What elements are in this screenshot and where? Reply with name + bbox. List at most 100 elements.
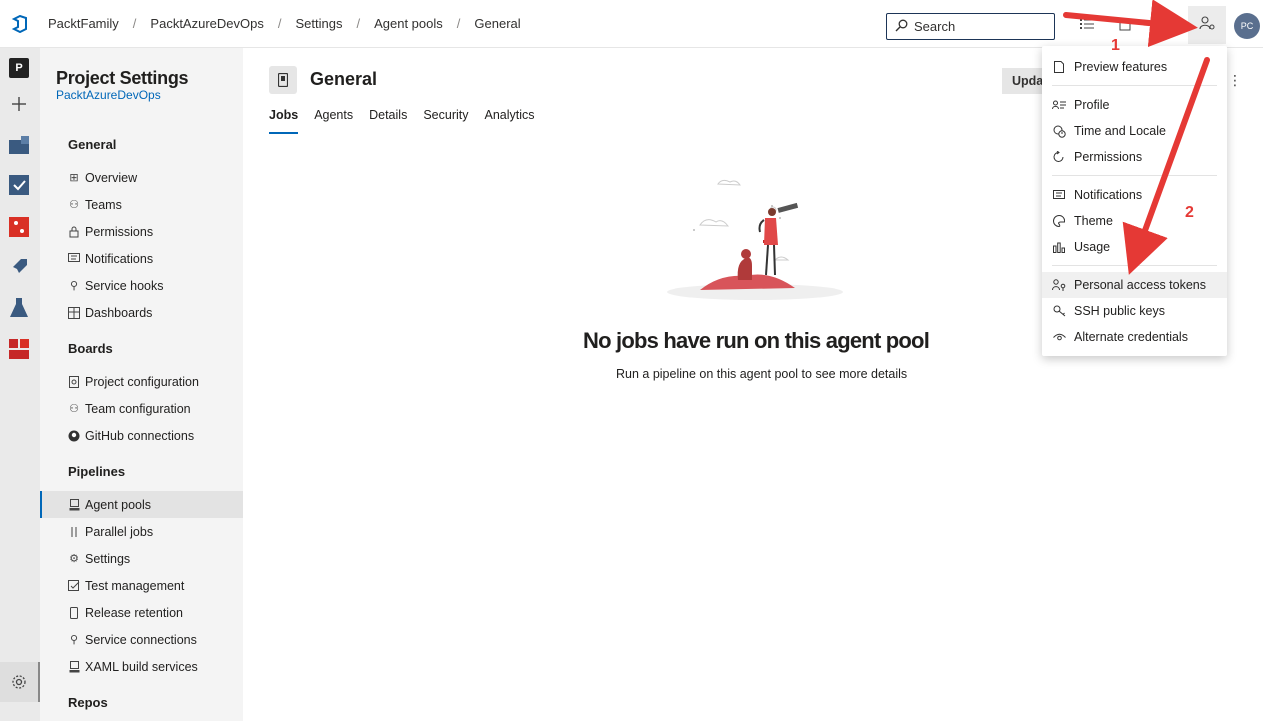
key-person-icon	[1052, 278, 1066, 292]
tab-security[interactable]: Security	[423, 108, 468, 134]
tab-agents[interactable]: Agents	[314, 108, 353, 134]
sidebar-item-label: Overview	[85, 170, 138, 185]
tab-analytics[interactable]: Analytics	[484, 108, 534, 134]
menu-item-preview-features[interactable]: Preview features	[1042, 54, 1227, 80]
sidebar-item-github-connections[interactable]: GitHub connections	[40, 422, 243, 449]
sidebar-item-service-hooks[interactable]: ⚲ Service hooks	[40, 272, 243, 299]
project-badge[interactable]: P	[9, 58, 29, 78]
project-settings-gear-icon[interactable]	[0, 662, 40, 702]
refresh-icon	[1052, 150, 1066, 164]
sidebar-item-test-management[interactable]: Test management	[40, 572, 243, 599]
task-list-icon[interactable]	[1076, 13, 1098, 35]
breadcrumb-agent-pools[interactable]: Agent pools	[374, 16, 443, 31]
agent-pool-page-icon	[269, 66, 297, 94]
menu-item-profile[interactable]: Profile	[1042, 92, 1227, 118]
menu-divider	[1052, 265, 1217, 266]
sidebar-project-link[interactable]: PacktAzureDevOps	[56, 88, 161, 102]
sidebar-item-xaml-build-services[interactable]: XAML build services	[40, 653, 243, 680]
plus-icon[interactable]	[8, 93, 30, 115]
sidebar-item-release-retention[interactable]: Release retention	[40, 599, 243, 626]
menu-item-label: Alternate credentials	[1074, 330, 1188, 344]
sidebar-item-settings[interactable]: ⚙ Settings	[40, 545, 243, 572]
azure-devops-logo-icon[interactable]	[0, 0, 40, 48]
breadcrumb-separator: /	[356, 16, 361, 31]
sidebar-item-service-connections[interactable]: ⚲ Service connections	[40, 626, 243, 653]
menu-item-personal-access-tokens[interactable]: Personal access tokens	[1042, 272, 1227, 298]
repos-icon[interactable]	[8, 216, 30, 238]
project-settings-sidebar: Project Settings PacktAzureDevOps Genera…	[40, 48, 243, 721]
sidebar-item-label: Release retention	[85, 605, 183, 620]
tab-bar: Jobs Agents Details Security Analytics	[269, 108, 551, 134]
sidebar-item-permissions[interactable]: Permissions	[40, 218, 243, 245]
empty-state-title: No jobs have run on this agent pool	[583, 328, 930, 353]
menu-divider	[1052, 175, 1217, 176]
sidebar-item-label: Dashboards	[85, 305, 153, 320]
sidebar-item-label: GitHub connections	[85, 428, 195, 443]
sidebar-item-notifications[interactable]: Notifications	[40, 245, 243, 272]
menu-item-permissions[interactable]: Permissions	[1042, 144, 1227, 170]
menu-item-label: Notifications	[1074, 188, 1143, 202]
gear-icon: ⚙	[69, 553, 79, 565]
lock-icon	[68, 226, 80, 238]
agent-icon	[68, 660, 80, 673]
update-button[interactable]: Update	[1002, 68, 1047, 94]
eye-icon	[1052, 330, 1066, 344]
chat-icon	[1052, 188, 1066, 202]
sidebar-item-label: Test management	[85, 578, 185, 593]
menu-item-label: SSH public keys	[1074, 304, 1166, 318]
sidebar-item-team-configuration[interactable]: ⚇ Team configuration	[40, 395, 243, 422]
section-heading-pipelines: Pipelines	[68, 464, 126, 479]
artifacts-icon[interactable]	[8, 338, 30, 360]
breadcrumb-separator: /	[277, 16, 282, 31]
overview-icon[interactable]	[8, 134, 30, 156]
sidebar-item-label: Project configuration	[85, 374, 199, 389]
menu-item-usage[interactable]: Usage	[1042, 234, 1227, 260]
menu-item-theme[interactable]: Theme	[1042, 208, 1227, 234]
search-placeholder: Search	[914, 19, 956, 34]
sidebar-item-label: Parallel jobs	[85, 524, 154, 539]
sidebar-item-parallel-jobs[interactable]: Parallel jobs	[40, 518, 243, 545]
teams-icon: ⚇	[69, 199, 79, 211]
pipelines-icon[interactable]	[8, 256, 30, 278]
sidebar-item-label: Teams	[85, 197, 122, 212]
top-bar: PacktFamily / PacktAzureDevOps / Setting…	[0, 0, 1263, 48]
breadcrumb-general[interactable]: General	[474, 16, 520, 31]
boards-icon[interactable]	[8, 174, 30, 196]
menu-item-label: Time and Locale	[1074, 124, 1166, 138]
breadcrumb-settings[interactable]: Settings	[295, 16, 342, 31]
tab-details[interactable]: Details	[369, 108, 407, 134]
user-settings-button[interactable]	[1188, 6, 1226, 44]
marketplace-bag-icon[interactable]	[1114, 13, 1136, 35]
overview-grid-icon: ⊞	[69, 172, 79, 184]
section-heading-boards: Boards	[68, 341, 113, 356]
phone-icon	[68, 606, 80, 619]
sidebar-item-teams[interactable]: ⚇ Teams	[40, 191, 243, 218]
sidebar-item-agent-pools[interactable]: Agent pools	[40, 491, 243, 518]
left-nav-rail: P	[0, 48, 40, 721]
tab-jobs[interactable]: Jobs	[269, 108, 299, 134]
sidebar-item-label: Notifications	[85, 251, 154, 266]
breadcrumb-organization[interactable]: PacktFamily	[48, 16, 119, 31]
avatar[interactable]: PC	[1234, 13, 1260, 39]
empty-state-illustration	[660, 170, 860, 310]
palette-icon	[1052, 214, 1066, 228]
plug-icon: ⚲	[69, 634, 79, 646]
test-icon	[68, 579, 80, 592]
menu-item-notifications[interactable]: Notifications	[1042, 182, 1227, 208]
sidebar-item-label: Agent pools	[85, 497, 152, 512]
search-input[interactable]: Search	[886, 13, 1055, 40]
menu-item-alternate-credentials[interactable]: Alternate credentials	[1042, 324, 1227, 350]
menu-item-time-and-locale[interactable]: Time and Locale	[1042, 118, 1227, 144]
sidebar-item-overview[interactable]: ⊞ Overview	[40, 164, 243, 191]
breadcrumb-project[interactable]: PacktAzureDevOps	[150, 16, 263, 31]
sidebar-item-project-configuration[interactable]: Project configuration	[40, 368, 243, 395]
more-options-icon[interactable]: ⋮	[1228, 72, 1242, 89]
test-plans-icon[interactable]	[8, 297, 30, 319]
breadcrumb-separator: /	[132, 16, 137, 31]
sidebar-item-label: XAML build services	[85, 659, 198, 674]
team-icon: ⚇	[69, 403, 79, 415]
section-heading-repos: Repos	[68, 695, 108, 710]
menu-item-ssh-public-keys[interactable]: SSH public keys	[1042, 298, 1227, 324]
document-icon	[68, 375, 80, 388]
sidebar-item-dashboards[interactable]: Dashboards	[40, 299, 243, 326]
